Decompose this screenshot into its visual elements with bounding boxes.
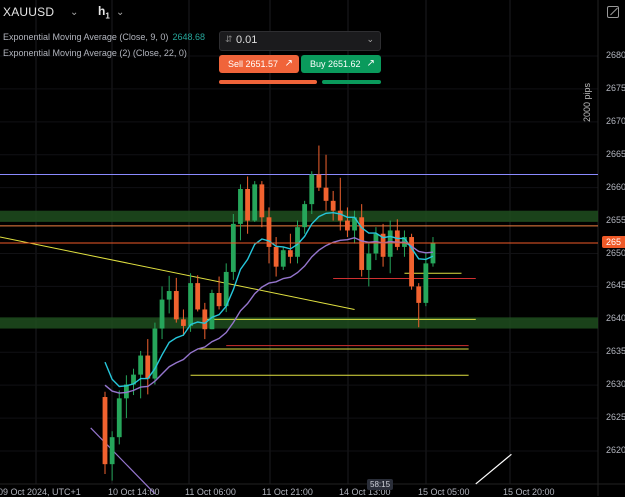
indicator-ema-9[interactable]: Exponential Moving Average (Close, 9, 0)… <box>3 32 205 42</box>
candle-body <box>316 174 322 188</box>
indicator-ema-22-label: Exponential Moving Average (2) (Close, 2… <box>3 48 187 58</box>
candle-body <box>416 286 422 303</box>
indicator-ema-9-label: Exponential Moving Average (Close, 9, 0) <box>3 32 169 42</box>
price-tick-label: 2655 <box>606 214 625 225</box>
symbol-label[interactable]: XAUUSD <box>3 5 54 19</box>
chevron-down-icon[interactable]: ⌄ <box>366 34 374 45</box>
candle-body <box>259 184 265 218</box>
lot-size-value: 0.01 <box>236 34 258 46</box>
candle-body <box>280 250 286 267</box>
candle-body <box>409 237 414 287</box>
buy-volume-bar <box>322 80 381 84</box>
candle-body <box>216 293 222 307</box>
candle-body <box>173 291 179 320</box>
lot-size-selector[interactable]: ⇵ 0.01 ⌄ <box>219 31 381 51</box>
price-tick-label: 2665 <box>606 148 625 159</box>
candle-body <box>245 188 250 221</box>
fullscreen-icon[interactable] <box>607 6 619 18</box>
indicator-ema-9-value: 2648.68 <box>172 32 205 42</box>
symbol-chevron-icon[interactable]: ⌄ <box>70 7 78 18</box>
candle-body <box>309 174 315 205</box>
candle-body <box>345 220 350 231</box>
candle-body <box>330 200 336 211</box>
candle-body <box>373 233 379 254</box>
price-tick-label: 2620 <box>606 445 625 455</box>
timeframe-chevron-icon[interactable]: ⌄ <box>116 7 124 18</box>
candle-body <box>337 210 343 221</box>
candle-body <box>109 437 115 465</box>
candle-body <box>166 291 172 300</box>
candle-body <box>366 253 372 270</box>
candle-body <box>273 246 279 267</box>
arrow-up-right-icon: ↗ <box>366 58 375 69</box>
candle-body <box>159 299 165 329</box>
buy-button-label: Buy 2651.62 <box>310 59 361 69</box>
candle-body <box>116 398 122 438</box>
price-tick-label: 2630 <box>606 379 625 390</box>
candle-body <box>209 293 215 330</box>
candle-body <box>423 263 429 303</box>
price-tick-label: 2650 <box>606 247 625 258</box>
last-price-badge: 265 <box>602 236 625 248</box>
buy-button[interactable]: Buy 2651.62 ↗ <box>301 55 381 73</box>
timeframe-selector[interactable]: h1 <box>98 4 110 20</box>
candle-body <box>238 188 243 224</box>
price-tick-label: 2625 <box>606 412 625 423</box>
stepper-icon: ⇵ <box>225 34 233 44</box>
price-tick-label: 2675 <box>606 82 625 93</box>
price-tick-label: 2680 <box>606 50 625 60</box>
candle-body <box>188 283 193 326</box>
candle-body <box>287 250 293 257</box>
candle-body <box>323 187 329 201</box>
price-tick-label: 2635 <box>606 346 625 357</box>
candle-body <box>102 397 108 465</box>
support-resistance-zone <box>0 210 598 222</box>
sell-button-label: Sell 2651.57 <box>228 59 279 69</box>
candle-body <box>252 184 258 221</box>
price-chart[interactable] <box>0 0 625 496</box>
candle-body <box>387 230 393 257</box>
candle-body <box>430 242 436 264</box>
timeframe-sub-label: 1 <box>105 11 110 21</box>
arrow-up-right-icon: ↗ <box>284 58 293 69</box>
candle-body <box>202 309 208 330</box>
candle-body <box>195 283 201 310</box>
price-tick-label: 2670 <box>606 115 625 126</box>
sell-button[interactable]: Sell 2651.57 ↗ <box>219 55 299 73</box>
chart-toolbar: XAUUSD ⌄ h1 ⌄ <box>0 0 625 26</box>
measure-ruler-label: 2000 pips <box>582 82 592 122</box>
price-tick-label: 2640 <box>606 313 625 324</box>
candle-body <box>181 319 186 326</box>
chart-background <box>0 0 625 496</box>
candle-body <box>302 204 308 228</box>
bar-countdown: 58:15 <box>367 479 394 490</box>
price-tick-label: 2660 <box>606 181 625 192</box>
sell-volume-bar <box>219 80 317 84</box>
price-tick-label: 2645 <box>606 280 625 291</box>
indicator-ema-22[interactable]: Exponential Moving Average (2) (Close, 2… <box>3 48 187 58</box>
candle-body <box>138 355 144 375</box>
candle-body <box>230 223 236 272</box>
